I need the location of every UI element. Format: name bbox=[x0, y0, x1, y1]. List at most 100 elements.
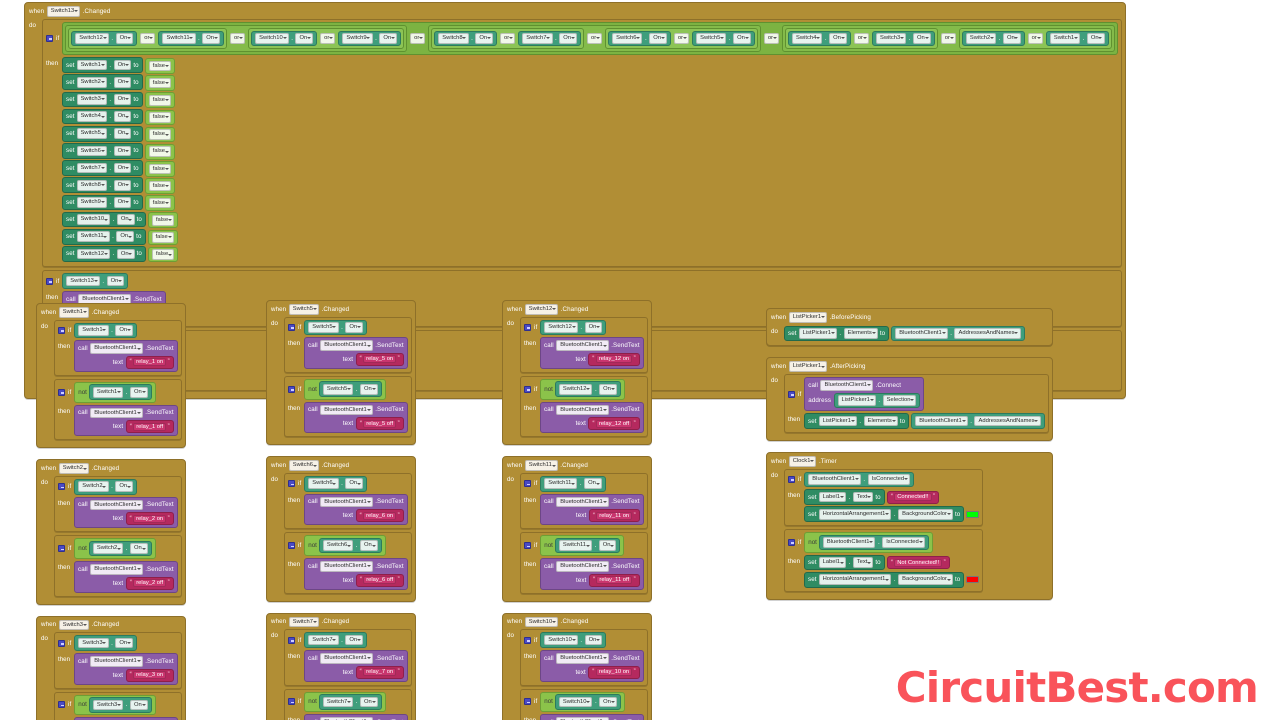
getter-switch2-on[interactable]: Switch2. On bbox=[88, 540, 152, 557]
property-dropdown[interactable]: On bbox=[113, 59, 132, 71]
property-dropdown[interactable]: On bbox=[115, 33, 134, 44]
text-value[interactable]: relay_2 on bbox=[133, 514, 167, 523]
getter-switch11-on[interactable]: Switch11. On bbox=[540, 475, 606, 492]
if-block-switch12-on[interactable]: if Switch12. On then call BluetoothClient1 .Se… bbox=[520, 316, 648, 373]
text-block-switch1-on[interactable]: “relay_1 on” bbox=[125, 355, 174, 369]
component-dropdown[interactable]: BluetoothClient1 bbox=[808, 474, 861, 485]
property-dropdown[interactable]: On bbox=[599, 383, 617, 395]
component-dropdown[interactable]: Switch11 bbox=[544, 478, 578, 490]
getter-switch1-on[interactable]: Switch1 . On bbox=[1045, 30, 1109, 47]
component-dropdown[interactable]: BluetoothClient1 bbox=[556, 560, 609, 572]
property-dropdown[interactable]: Text bbox=[852, 491, 874, 503]
component-dropdown[interactable]: BluetoothClient1 bbox=[90, 655, 143, 667]
component-dropdown[interactable]: Switch5 bbox=[696, 33, 727, 44]
mutator-icon[interactable] bbox=[788, 475, 795, 483]
text-block-switch11-on[interactable]: “relay_11 on” bbox=[588, 509, 640, 523]
event-component-dropdown[interactable]: Switch5 bbox=[288, 304, 320, 315]
property-dropdown[interactable]: On bbox=[733, 33, 751, 44]
getter-switch5-on[interactable]: Switch5 . On bbox=[692, 30, 755, 47]
when-switch7-changed[interactable]: when Switch7 .Changed do if Switch7. On then cal… bbox=[266, 612, 416, 720]
if-block-switch1-on[interactable]: if Switch1. On then call BluetoothClient1 .Sen… bbox=[54, 319, 182, 376]
property-dropdown[interactable]: On bbox=[359, 696, 378, 708]
getter-switch3-on[interactable]: Switch3. On bbox=[88, 697, 152, 713]
when-switch12-changed[interactable]: when Switch12 .Changed do if Switch12. On then c… bbox=[502, 300, 652, 446]
property-dropdown[interactable]: On bbox=[113, 162, 132, 174]
if-block-switch3-off[interactable]: ifnotSwitch3.OnthencallBluetoothClient1.… bbox=[54, 691, 182, 720]
if-block-switch1-off[interactable]: if not Switch1. On then call BluetoothClient1.… bbox=[54, 378, 182, 441]
set-switch-on-block[interactable]: set Switch7. On to bbox=[62, 160, 143, 176]
when-clock1-timer[interactable]: when Clock1 .Timer do if BluetoothClient1. IsC… bbox=[766, 451, 1053, 600]
call-bluetooth-sendtext[interactable]: callBluetoothClient1.SendTexttext“relay_… bbox=[74, 560, 178, 593]
property-dropdown[interactable]: On bbox=[359, 540, 378, 551]
if-block-switch12-off[interactable]: if not Switch12. On then call BluetoothClient1… bbox=[520, 375, 648, 438]
component-dropdown[interactable]: Switch2 bbox=[965, 33, 997, 44]
event-block-listpicker-afterpicking[interactable]: when ListPicker1 .AfterPicking do if call Blue… bbox=[766, 357, 1053, 441]
mutator-icon[interactable] bbox=[524, 636, 531, 644]
boolean-dropdown[interactable]: false bbox=[148, 146, 171, 157]
mutator-icon[interactable] bbox=[58, 326, 65, 334]
color-swatch-connected[interactable] bbox=[966, 510, 980, 518]
not-block[interactable]: not Switch7. On bbox=[304, 691, 386, 713]
setter-row[interactable]: set Switch6. On to false bbox=[62, 143, 175, 160]
property-dropdown[interactable]: Text bbox=[852, 557, 874, 568]
getter-switch2-on[interactable]: Switch2 . On bbox=[961, 30, 1025, 47]
getter-bluetooth-addresses[interactable]: BluetoothClient1. AddressesAndNames bbox=[911, 413, 1045, 429]
property-dropdown[interactable]: On bbox=[1002, 33, 1021, 44]
component-dropdown[interactable]: Switch2 bbox=[92, 543, 124, 554]
text-value[interactable]: relay_6 on bbox=[363, 511, 397, 520]
text-block-switch11-off[interactable]: “relay_11 off” bbox=[588, 573, 640, 587]
or-operator[interactable]: or bbox=[853, 33, 869, 44]
set-switch-on-block[interactable]: set Switch11. On to bbox=[62, 228, 146, 245]
boolean-dropdown[interactable]: false bbox=[148, 163, 171, 175]
property-dropdown[interactable]: Elements bbox=[863, 415, 898, 427]
call-bluetooth-sendtext[interactable]: callBluetoothClient1.SendTexttext“relay_… bbox=[540, 401, 644, 434]
property-dropdown[interactable]: Selection bbox=[882, 395, 917, 406]
set-switch-on-block[interactable]: set Switch10. On to bbox=[62, 211, 146, 228]
text-value[interactable]: relay_3 on bbox=[133, 671, 167, 680]
property-dropdown[interactable]: On bbox=[202, 33, 221, 44]
component-dropdown[interactable]: ListPicker1 bbox=[818, 415, 857, 427]
text-value[interactable]: relay_10 on bbox=[595, 668, 633, 677]
property-dropdown[interactable]: On bbox=[584, 322, 603, 333]
getter-switch1-on[interactable]: Switch1. On bbox=[88, 384, 152, 401]
mutator-icon[interactable] bbox=[58, 701, 65, 709]
mutator-icon[interactable] bbox=[288, 323, 295, 331]
property-dropdown[interactable]: On bbox=[106, 275, 125, 287]
getter-switch9-on[interactable]: Switch9 . On bbox=[338, 30, 402, 47]
event-block-switch10-changed[interactable]: when Switch10 .Changed do if Switch10. On then c… bbox=[502, 612, 652, 720]
component-dropdown[interactable]: Switch3 bbox=[92, 699, 124, 711]
or-chain-root[interactable]: Switch12 . On or Switch11 . On or Switch… bbox=[62, 21, 1118, 56]
text-value[interactable]: relay_12 off bbox=[595, 419, 633, 428]
component-dropdown[interactable]: Switch7 bbox=[308, 634, 339, 646]
if-block-any-switch-on[interactable]: if Switch12 . On or Switch11 . On or Swi… bbox=[42, 18, 1122, 268]
mutator-icon[interactable] bbox=[46, 34, 53, 42]
not-block[interactable]: not Switch6. On bbox=[304, 535, 386, 556]
call-bluetooth-sendtext[interactable]: callBluetoothClient1.SendTexttext“relay_… bbox=[540, 557, 644, 590]
mutator-icon[interactable] bbox=[788, 390, 795, 398]
call-bluetooth-sendtext[interactable]: callBluetoothClient1.SendTexttext“relay_… bbox=[74, 496, 178, 529]
property-dropdown[interactable]: On bbox=[598, 540, 617, 551]
call-bluetooth-sendtext[interactable]: callBluetoothClient1.SendTexttext“relay_… bbox=[304, 493, 408, 526]
not-block[interactable]: not Switch10. On bbox=[540, 691, 625, 713]
or-pair-8-7[interactable]: Switch8 . On or Switch7 . On bbox=[431, 27, 584, 50]
if-block-switch2-off[interactable]: if not Switch2. On then call BluetoothClient1.… bbox=[54, 535, 182, 597]
event-block-clock1-timer[interactable]: when Clock1 .Timer do if BluetoothClient1. IsC… bbox=[766, 451, 1053, 600]
component-dropdown[interactable]: Switch6 bbox=[612, 33, 643, 44]
getter-switch3-on[interactable]: Switch3 . On bbox=[871, 30, 935, 47]
getter-switch5-on[interactable]: Switch5. On bbox=[304, 319, 368, 336]
or-operator[interactable]: or bbox=[763, 33, 780, 44]
setter-row[interactable]: set Switch2. On to false bbox=[62, 74, 175, 91]
if-block-switch7-off[interactable]: ifnotSwitch7.OnthencallBluetoothClient1.… bbox=[284, 688, 412, 720]
if-block-switch6-on[interactable]: if Switch6. On then call BluetoothClient1 .Sen… bbox=[284, 472, 412, 530]
setter-row[interactable]: set Switch10. On to false bbox=[62, 211, 179, 229]
event-block-switch6-changed[interactable]: when Switch6 .Changed do if Switch6. On then cal… bbox=[266, 456, 416, 602]
getter-switch12-on[interactable]: Switch12. On bbox=[554, 381, 621, 398]
boolean-dropdown[interactable]: false bbox=[148, 77, 171, 89]
logic-false-block[interactable]: false bbox=[144, 58, 175, 74]
getter-switch7-on[interactable]: Switch7. On bbox=[318, 694, 382, 710]
event-component-dropdown[interactable]: Switch1 bbox=[58, 307, 90, 318]
setter-row[interactable]: set Switch9. On to false bbox=[62, 194, 175, 212]
component-dropdown[interactable]: Switch11 bbox=[162, 33, 196, 44]
getter-switch10-on[interactable]: Switch10 . On bbox=[251, 30, 318, 47]
color-swatch-not-connected[interactable] bbox=[966, 576, 980, 584]
